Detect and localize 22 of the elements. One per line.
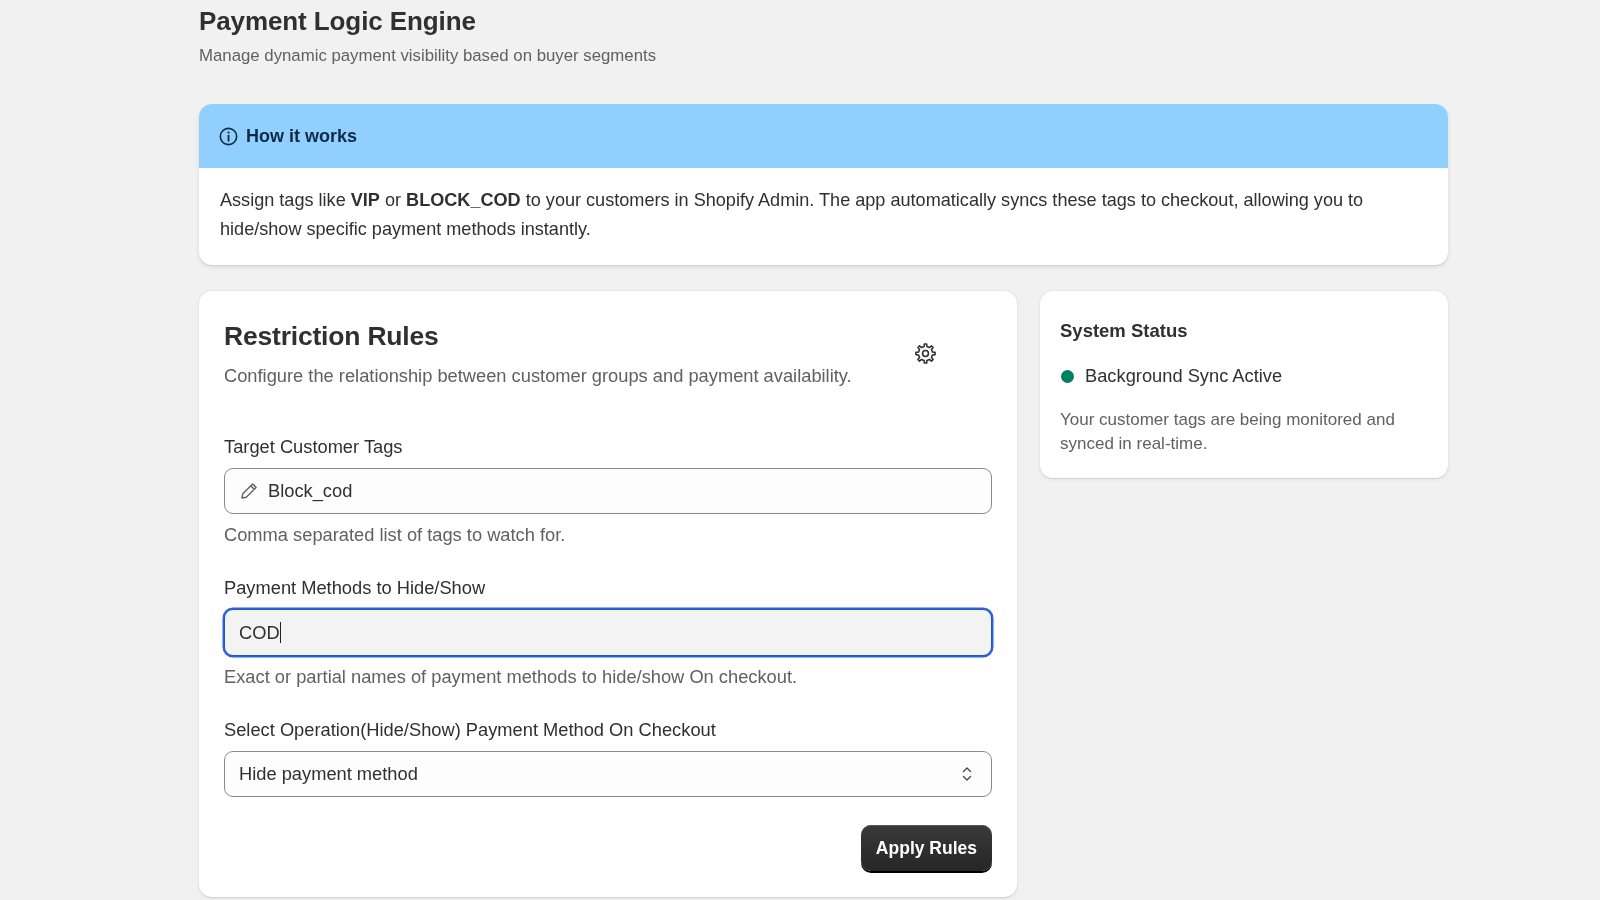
- field-label: Target Customer Tags: [224, 435, 403, 459]
- pencil-icon: [239, 481, 259, 501]
- card-description: Configure the relationship between customer groups and payment availability.: [224, 364, 852, 388]
- text-input-field[interactable]: COD: [224, 609, 992, 656]
- status-label: Background Sync Active: [1085, 364, 1283, 388]
- card-title: Restriction Rules: [224, 320, 439, 353]
- field-label: Payment Methods to Hide/Show: [224, 576, 486, 600]
- banner-text: Assign tags like VIP or BLOCK_COD to your customers in Shopify Admin. The app automatically syncs these tags to checkout, allowing you to hide/show specific payment methods instantly.: [219, 189, 1365, 241]
- select-field[interactable]: Hide payment method: [224, 751, 992, 797]
- settings-icon[interactable]: [915, 343, 936, 364]
- page-title: Payment Logic Engine: [199, 5, 476, 38]
- card-title: System Status: [1060, 319, 1189, 343]
- field-help-text: Exact or partial names of payment methods to hide/show On checkout.: [224, 665, 798, 689]
- field-help-text: Comma separated list of tags to watch for.: [224, 523, 566, 547]
- field-label: Select Operation(Hide/Show) Payment Method On Checkout: [224, 718, 716, 742]
- tags-input-field[interactable]: Block_cod: [224, 468, 992, 514]
- page-subtitle: Manage dynamic payment visibility based on buyer segments: [199, 45, 657, 67]
- status-description: Your customer tags are being monitored and synced in real-time.: [1060, 409, 1396, 455]
- banner-title: How it works: [246, 125, 357, 147]
- info-icon: [219, 126, 238, 146]
- text-cursor-icon: [279, 622, 281, 643]
- apply-rules-button[interactable]: Apply Rules: [860, 825, 992, 871]
